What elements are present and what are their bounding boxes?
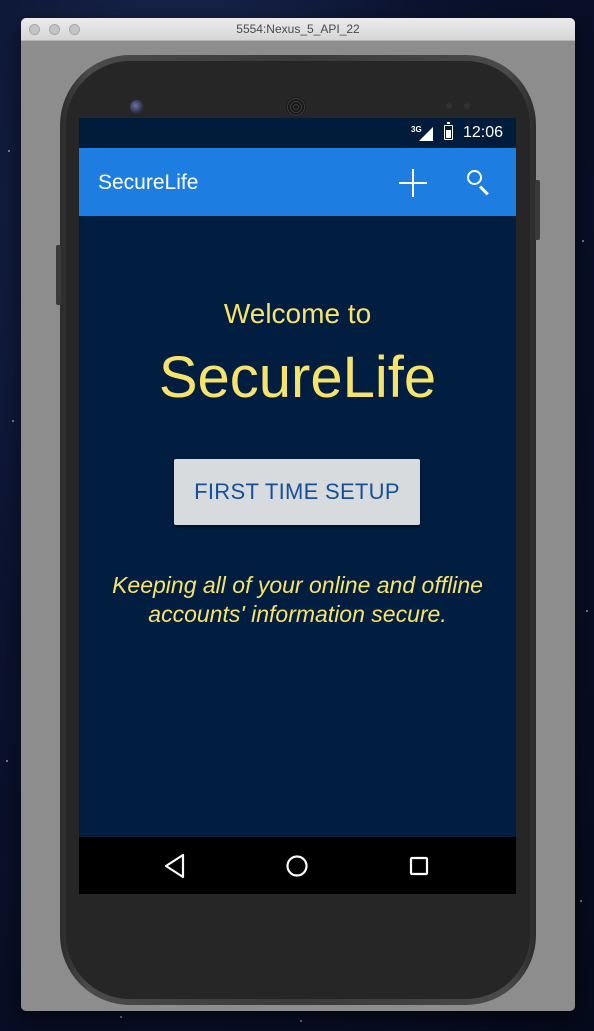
recents-square-icon[interactable] bbox=[409, 856, 429, 876]
navigation-bar bbox=[79, 837, 516, 894]
search-icon bbox=[465, 168, 493, 196]
home-circle-icon[interactable] bbox=[285, 854, 309, 878]
add-button[interactable] bbox=[393, 167, 433, 199]
toolbar-title: SecureLife bbox=[98, 171, 199, 194]
back-triangle-icon[interactable] bbox=[163, 853, 187, 879]
volume-button[interactable] bbox=[56, 245, 61, 305]
power-button[interactable] bbox=[535, 180, 540, 240]
status-time: 12:06 bbox=[463, 124, 504, 141]
proximity-sensor bbox=[446, 103, 452, 109]
status-bar: 3G 12:06 bbox=[79, 118, 516, 148]
tagline-line-1: Keeping all of your online and offline bbox=[112, 572, 483, 598]
tagline-line-2: accounts' information secure. bbox=[148, 601, 447, 627]
app-toolbar: SecureLife bbox=[79, 148, 516, 216]
setup-button-label: FIRST TIME SETUP bbox=[194, 479, 400, 504]
window-titlebar: 5554:Nexus_5_API_22 bbox=[21, 18, 575, 41]
welcome-text: Welcome to bbox=[223, 298, 372, 329]
tagline: Keeping all of your online and offline a… bbox=[79, 571, 516, 629]
battery-icon bbox=[444, 122, 453, 140]
first-time-setup-button[interactable]: FIRST TIME SETUP bbox=[174, 459, 420, 525]
window-title: 5554:Nexus_5_API_22 bbox=[236, 22, 360, 36]
search-button[interactable] bbox=[463, 168, 495, 200]
front-camera bbox=[130, 100, 144, 114]
plus-icon bbox=[399, 169, 427, 197]
signal-icon bbox=[419, 127, 433, 141]
light-sensor bbox=[464, 103, 470, 109]
app-name-heading: SecureLife bbox=[158, 345, 437, 410]
earpiece-speaker bbox=[286, 97, 306, 117]
phone-screen: 3G 12:06 SecureLife Welcome to SecureLif… bbox=[79, 118, 516, 894]
